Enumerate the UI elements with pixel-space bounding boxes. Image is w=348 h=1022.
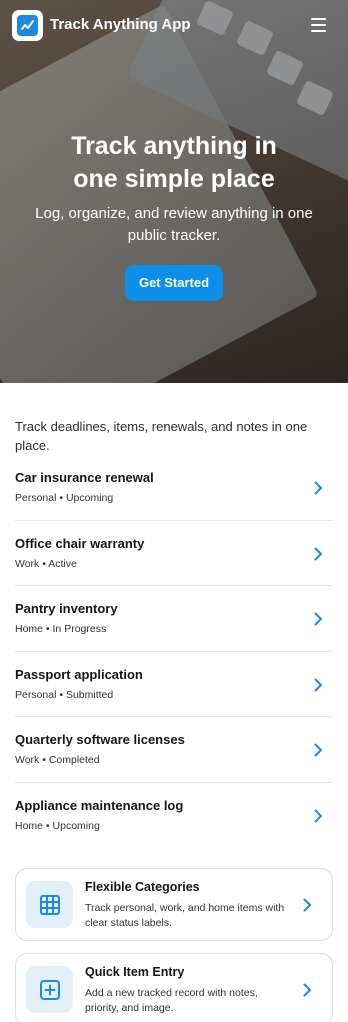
chevron-right-icon — [314, 547, 322, 560]
item-title: Car insurance renewal — [15, 470, 154, 485]
chevron-right-icon — [314, 743, 322, 757]
list-item[interactable]: Office chair warranty Work • Active — [15, 521, 333, 586]
top-bar: Track Anything App — [0, 0, 348, 52]
list-item[interactable]: Appliance maintenance log Home • Upcomin… — [15, 783, 333, 849]
list-item[interactable]: Quarterly software licenses Work • Compl… — [15, 717, 333, 783]
app-title[interactable]: Track Anything App — [50, 16, 191, 33]
tracked-items-list: Car insurance renewal Personal • Upcomin… — [15, 455, 333, 848]
feature-card-flexible-categories[interactable]: Flexible Categories Track personal, work… — [15, 868, 333, 941]
plus-square-icon — [26, 966, 73, 1013]
item-meta: Home • In Progress — [15, 623, 107, 635]
feature-description: Add a new tracked record with notes, pri… — [85, 987, 258, 1014]
feature-description: Track personal, work, and home items wit… — [85, 902, 285, 929]
grid-icon — [26, 881, 73, 928]
feature-card-quick-item-entry[interactable]: Quick Item Entry Add a new tracked recor… — [15, 953, 333, 1022]
item-title: Passport application — [15, 666, 143, 682]
hero-title: Track anything in one simple place — [71, 132, 277, 193]
item-meta: Home • Upcoming — [15, 819, 100, 832]
item-title: Quarterly software licenses — [15, 732, 185, 747]
item-meta: Work • Active — [15, 557, 77, 570]
list-item[interactable]: Passport application Personal • Submitte… — [15, 652, 333, 717]
chevron-right-icon — [314, 678, 322, 691]
hero-content: Track anything in one simple place Log, … — [0, 130, 348, 301]
item-meta: Work • Completed — [15, 754, 100, 766]
chevron-right-icon — [303, 898, 311, 912]
chevron-right-icon — [314, 481, 322, 495]
item-meta: Personal • Upcoming — [15, 492, 114, 504]
hero-subtitle: Log, organize, and review anything in on… — [35, 205, 313, 244]
item-title: Appliance maintenance log — [15, 797, 184, 813]
item-title: Pantry inventory — [15, 601, 118, 616]
list-item[interactable]: Car insurance renewal Personal • Upcomin… — [15, 455, 333, 521]
chevron-right-icon — [314, 809, 322, 822]
item-meta: Personal • Submitted — [15, 688, 114, 701]
hero-section: Track Anything App Track anything in one… — [0, 0, 348, 383]
list-item[interactable]: Pantry inventory Home • In Progress — [15, 586, 333, 652]
feature-title: Flexible Categories — [85, 880, 200, 894]
chevron-right-icon — [303, 983, 311, 997]
hamburger-menu-icon[interactable] — [311, 18, 326, 32]
tracker-logo-icon[interactable] — [12, 10, 43, 41]
chevron-right-icon — [314, 612, 322, 626]
feature-title: Quick Item Entry — [85, 965, 185, 979]
item-title: Office chair warranty — [15, 535, 145, 551]
get-started-button[interactable]: Get Started — [124, 265, 224, 301]
intro-text: Track deadlines, items, renewals, and no… — [15, 419, 308, 453]
